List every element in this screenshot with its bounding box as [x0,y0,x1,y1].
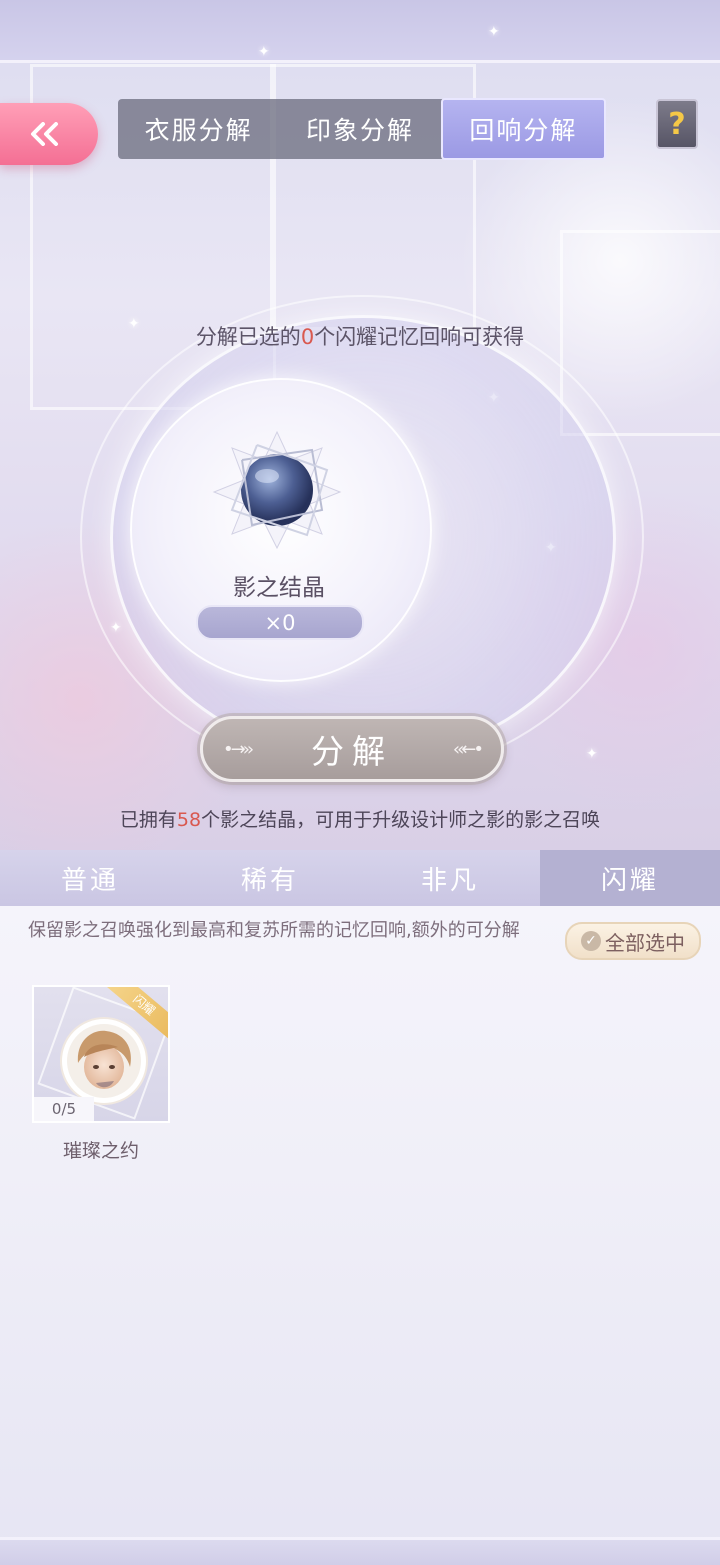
sparkle-icon: ✦ [586,746,598,762]
reward-name: 影之结晶 [233,575,325,601]
double-chevron-left-icon [31,122,58,146]
tab-rarity-extraordinary[interactable]: 非凡 [360,850,540,906]
owned-summary: 已拥有58个影之结晶，可用于升级设计师之影的影之召唤 [0,805,720,832]
bottom-strip [0,1537,720,1565]
tab-clothes-decompose[interactable]: 衣服分解 [118,99,279,159]
selected-count: 0 [300,325,315,349]
decompose-button-label: 分解 [311,732,393,771]
arrow-right-icon: •→›› [223,738,254,760]
decompose-type-tabs: 衣服分解 印象分解 回响分解 [118,98,606,160]
owned-count: 58 [176,809,202,831]
tab-echo-decompose[interactable]: 回响分解 [440,98,606,160]
tab-rarity-shining[interactable]: 闪耀 [540,850,720,914]
owned-suffix: 个影之结晶，可用于升级设计师之影的影之召唤 [201,809,601,831]
check-circle-icon: ✓ [581,931,601,951]
decompose-button[interactable]: •→›› 分解 ‹‹←• [200,716,504,782]
tab-rarity-common[interactable]: 普通 [0,850,180,906]
reward-count: ×0 [196,605,364,640]
back-button[interactable] [0,103,98,165]
crystal-icon [212,430,342,550]
echo-card-name: 璀璨之约 [62,1140,139,1162]
echo-card[interactable]: 闪耀 0/5 [32,985,170,1123]
arrow-left-icon: ‹‹←• [452,738,484,760]
top-strip [0,0,720,63]
list-hint: 保留影之召唤强化到最高和复苏所需的记忆回响,额外的可分解 [28,920,520,941]
selection-summary: 分解已选的0个闪耀记忆回响可获得 [0,321,720,351]
select-all-label: 全部选中 [605,930,685,955]
summary-prefix: 分解已选的 [195,325,301,349]
question-mark-icon: ? [668,106,686,142]
rarity-tabs: 普通 稀有 非凡 闪耀 [0,850,720,914]
summary-suffix: 个闪耀记忆回响可获得 [314,325,525,349]
echo-progress: 0/5 [34,1097,94,1121]
sparkle-icon: ✦ [258,44,270,60]
tab-rarity-rare[interactable]: 稀有 [180,850,360,906]
tab-impression-decompose[interactable]: 印象分解 [279,99,440,159]
owned-prefix: 已拥有 [119,809,177,831]
character-portrait-icon [67,1024,141,1098]
select-all-button[interactable]: ✓ 全部选中 [565,922,701,960]
help-button[interactable]: ? [656,99,698,149]
sparkle-icon: ✦ [488,24,500,40]
avatar [60,1017,148,1105]
